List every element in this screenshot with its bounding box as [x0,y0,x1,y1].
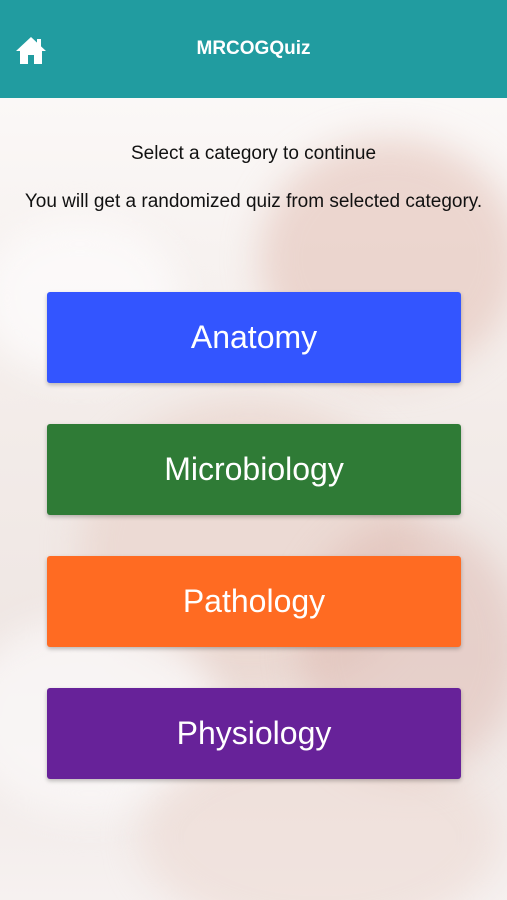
header-bar: MRCOGQuiz [0,0,507,98]
microbiology-button[interactable]: Microbiology [47,424,461,515]
page-title: MRCOGQuiz [196,38,311,59]
physiology-button[interactable]: Physiology [47,688,461,779]
pathology-button[interactable]: Pathology [47,556,461,647]
description-text: You will get a randomized quiz from sele… [24,191,483,212]
instruction-text: Select a category to continue [130,143,377,164]
anatomy-button[interactable]: Anatomy [47,292,461,383]
